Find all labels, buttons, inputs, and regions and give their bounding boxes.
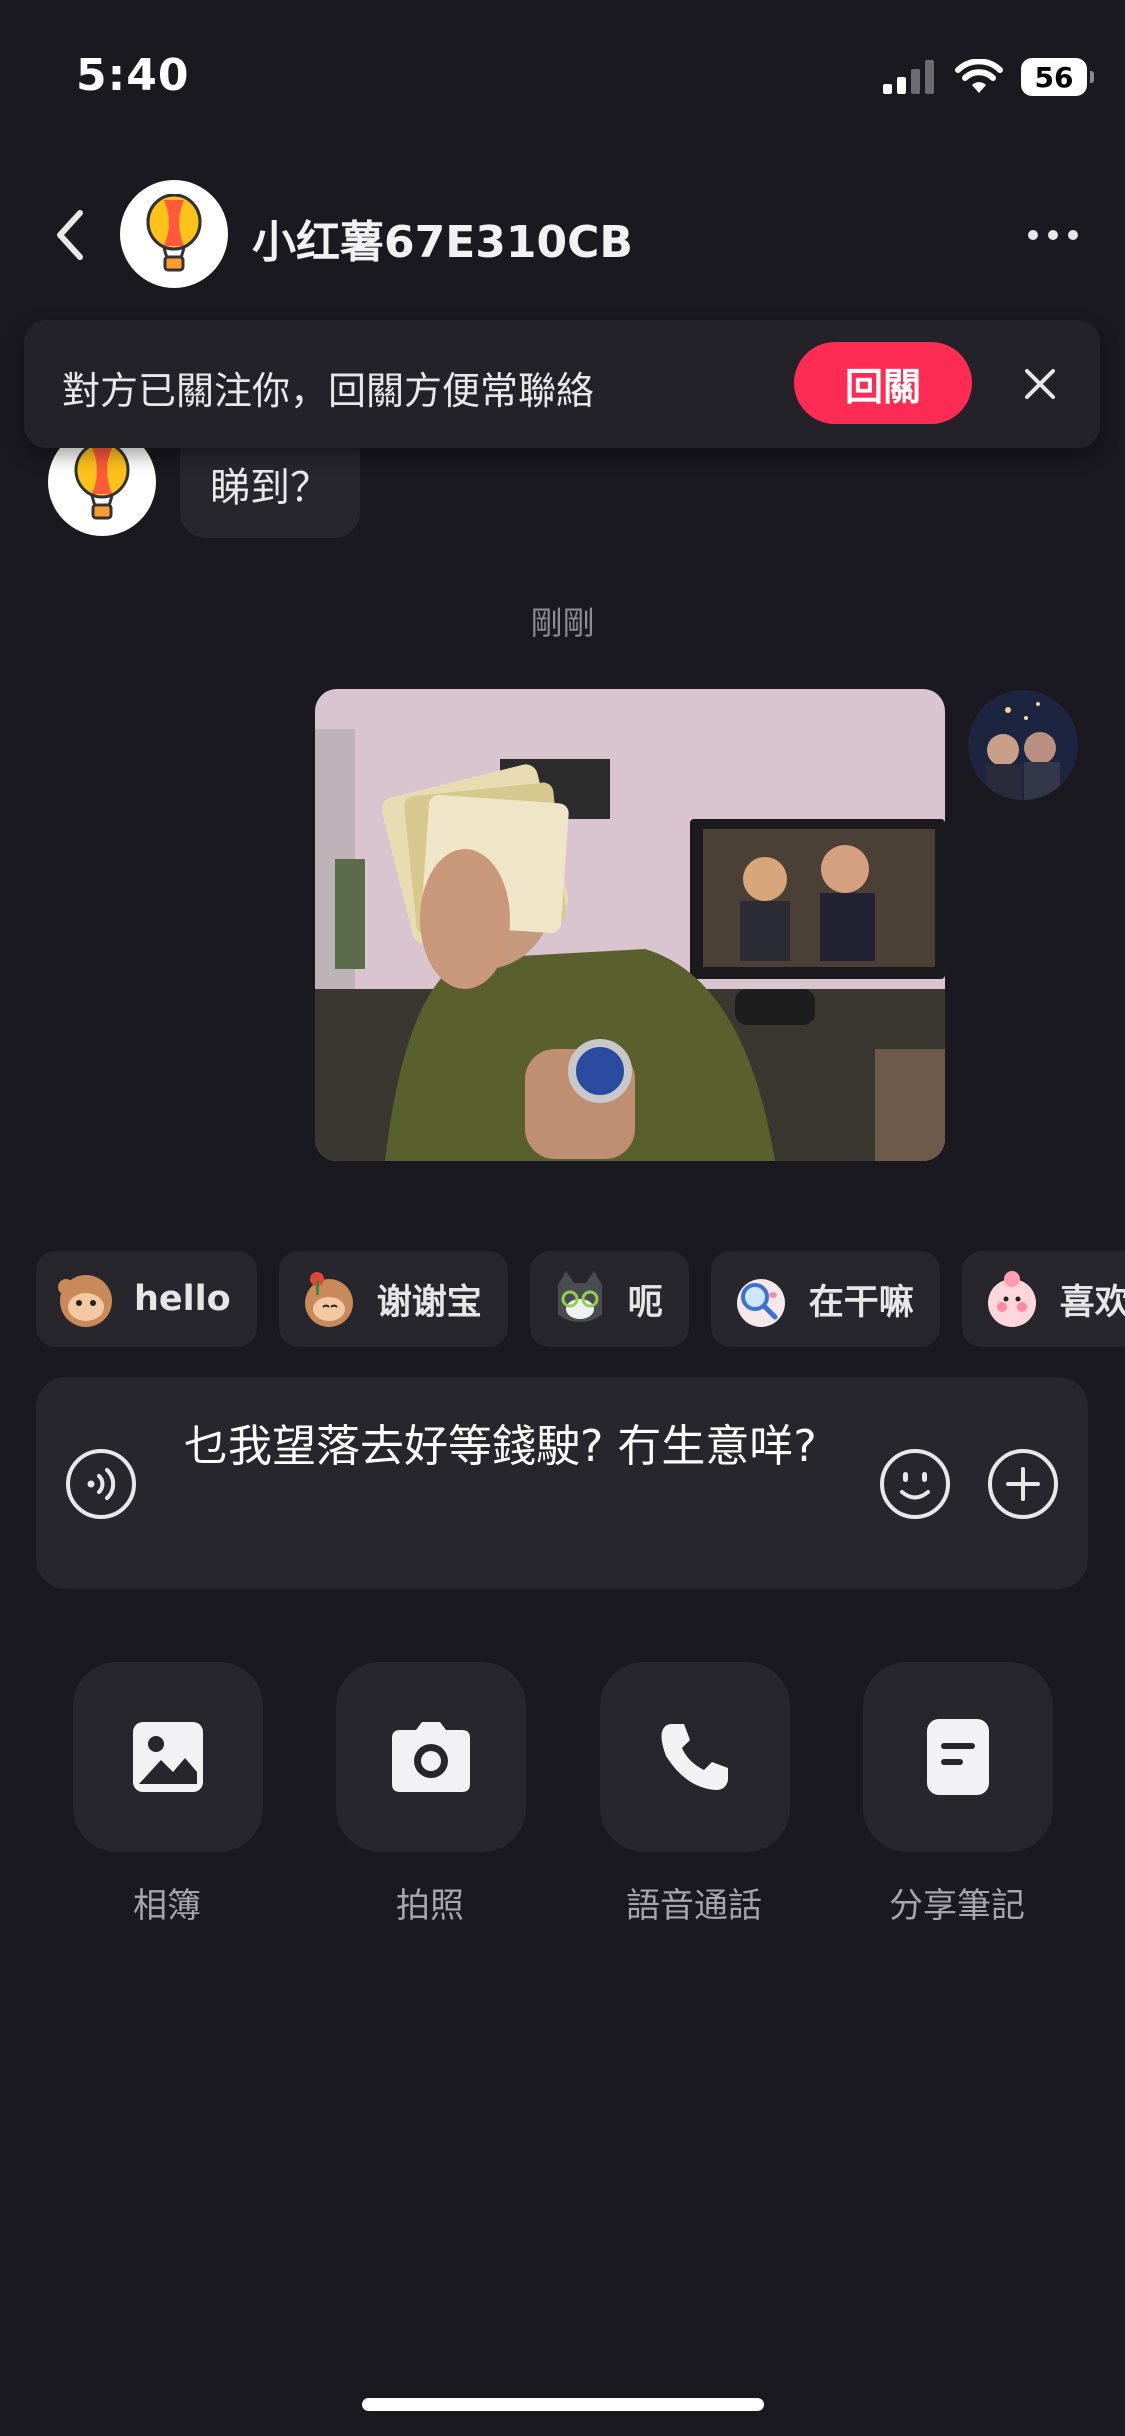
chat-header: 小红薯67E310CB <box>0 170 1125 300</box>
follow-back-button[interactable]: 回關 <box>794 342 972 424</box>
voice-input-button[interactable] <box>64 1447 138 1521</box>
chevron-left-icon <box>57 210 83 260</box>
follow-banner-text: 對方已關注你，回關方便常聯絡 <box>62 369 595 413</box>
sticker-chip-hello[interactable]: hello <box>36 1251 257 1347</box>
status-icons: 56 <box>883 58 1094 96</box>
action-album-tile[interactable] <box>73 1662 263 1852</box>
monkey-flower-sticker-icon <box>304 1272 353 1327</box>
action-label: 分享筆記 <box>889 1886 1025 1926</box>
banner-close-button[interactable] <box>1014 358 1066 410</box>
hot-air-balloon-icon <box>146 194 202 272</box>
message-timestamp: 剛剛 <box>530 604 595 642</box>
sticker-chip-thanks[interactable]: 谢谢宝 <box>278 1251 508 1347</box>
emoji-button[interactable] <box>878 1447 952 1521</box>
action-label: 相簿 <box>133 1886 201 1926</box>
camera-icon <box>392 1722 470 1792</box>
action-voice-call[interactable]: 語音通話 <box>597 1662 791 1932</box>
sticker-label: 呃 <box>627 1282 663 1323</box>
action-share-note-tile[interactable] <box>863 1662 1053 1852</box>
message-input[interactable]: 乜我望落去好等錢駛? 冇生意咩? <box>184 1407 834 1487</box>
sticker-chip-er[interactable]: 呃 <box>529 1251 689 1347</box>
magnifier-sticker-icon <box>736 1279 785 1327</box>
action-camera[interactable]: 拍照 <box>333 1662 527 1932</box>
cat-glasses-sticker-icon <box>557 1271 602 1322</box>
status-bar: 5:40 56 <box>0 0 1125 140</box>
action-share-note[interactable]: 分享筆記 <box>860 1662 1054 1932</box>
battery-indicator: 56 <box>1021 58 1094 96</box>
user-avatar-image <box>968 690 1078 800</box>
smiley-icon <box>880 1449 950 1519</box>
sticker-chip-like[interactable]: 喜欢 <box>961 1251 1125 1347</box>
sticker-suggestions: hello 谢谢宝 呃 在干嘛 喜欢 <box>36 1251 1125 1347</box>
more-dots-icon <box>1028 230 1078 240</box>
sticker-label: 谢谢宝 <box>376 1282 482 1323</box>
action-label: 拍照 <box>396 1886 464 1926</box>
close-icon <box>1025 369 1055 399</box>
contact-name[interactable]: 小红薯67E310CB <box>252 206 633 270</box>
contact-avatar[interactable] <box>120 180 228 288</box>
my-avatar[interactable] <box>968 690 1078 800</box>
monkey-wave-sticker-icon <box>58 1275 112 1327</box>
sticker-chip-whatsup[interactable]: 在干嘛 <box>710 1251 940 1347</box>
attachment-actions: 相簿 拍照 語音通話 分享筆記 <box>70 1662 1060 1932</box>
sticker-label: 喜欢 <box>1059 1282 1125 1323</box>
photo-album-icon <box>133 1722 203 1792</box>
action-label: 語音通話 <box>626 1886 762 1926</box>
message-composer: 乜我望落去好等錢駛? 冇生意咩? <box>36 1377 1088 1589</box>
sent-photo-image <box>315 689 945 1161</box>
note-icon <box>927 1719 989 1795</box>
back-button[interactable] <box>40 205 100 265</box>
action-camera-tile[interactable] <box>336 1662 526 1852</box>
sent-photo-message[interactable] <box>315 689 945 1161</box>
pink-blush-sticker-icon <box>987 1271 1036 1327</box>
wifi-icon <box>955 59 1003 93</box>
status-time: 5:40 <box>76 50 190 101</box>
cellular-signal-icon <box>883 60 934 94</box>
follow-back-banner: 對方已關注你，回關方便常聯絡 回關 <box>24 320 1100 448</box>
action-voice-call-tile[interactable] <box>600 1662 790 1852</box>
action-album[interactable]: 相簿 <box>70 1662 264 1932</box>
voice-wave-icon <box>66 1449 136 1519</box>
more-options-button[interactable] <box>1021 210 1085 260</box>
phone-icon <box>661 1724 728 1790</box>
more-actions-button[interactable] <box>986 1447 1060 1521</box>
sticker-label: 在干嘛 <box>808 1282 914 1323</box>
sticker-label: hello <box>134 1279 231 1319</box>
plus-circle-icon <box>988 1449 1058 1519</box>
hot-air-balloon-icon <box>74 442 130 520</box>
home-indicator <box>362 2398 764 2411</box>
